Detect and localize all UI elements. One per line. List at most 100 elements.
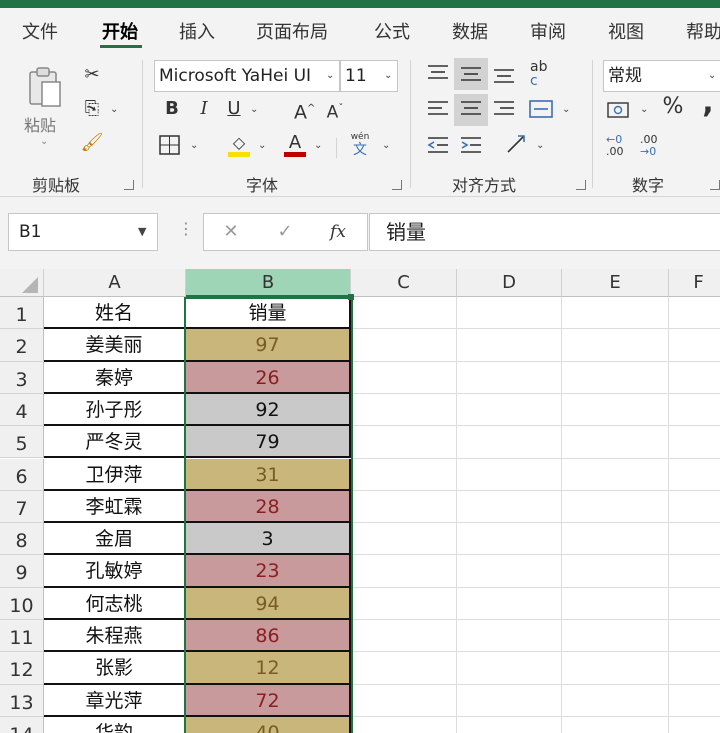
- cell-a9[interactable]: 孔敏婷: [44, 555, 186, 588]
- tab-file[interactable]: 文件: [22, 18, 58, 44]
- column-header-e[interactable]: E: [562, 269, 669, 297]
- cell-b3[interactable]: 26: [186, 361, 351, 394]
- tab-view[interactable]: 视图: [608, 18, 644, 44]
- cell-a6[interactable]: 卫伊萍: [44, 458, 186, 491]
- row-header-6[interactable]: 6: [0, 458, 44, 491]
- center-align-icon[interactable]: [459, 98, 483, 120]
- format-painter-icon[interactable]: 🖌: [80, 132, 104, 154]
- cell-a2[interactable]: 姜美丽: [44, 329, 186, 362]
- fill-color-dropdown-arrow[interactable]: ⌄: [258, 140, 266, 151]
- row-header-13[interactable]: 13: [0, 684, 44, 717]
- alignment-dialog-launcher[interactable]: [576, 180, 586, 190]
- cell-a14[interactable]: 华韵: [44, 716, 186, 733]
- row-header-9[interactable]: 9: [0, 555, 44, 588]
- tab-formulas[interactable]: 公式: [374, 18, 410, 44]
- cell-b13[interactable]: 72: [186, 684, 351, 717]
- comma-style-button[interactable]: ,: [698, 88, 718, 118]
- grow-font-button[interactable]: A^: [294, 98, 315, 123]
- cell-a1[interactable]: 姓名: [44, 297, 186, 330]
- cell-b7[interactable]: 28: [186, 490, 351, 524]
- tab-insert[interactable]: 插入: [179, 18, 215, 44]
- cancel-icon[interactable]: ✕: [220, 221, 242, 243]
- borders-dropdown-arrow[interactable]: ⌄: [190, 140, 198, 151]
- row-header-3[interactable]: 3: [0, 361, 44, 394]
- column-header-b[interactable]: B: [186, 269, 351, 297]
- column-header-a[interactable]: A: [44, 269, 186, 297]
- italic-button[interactable]: I: [194, 98, 214, 120]
- percent-button[interactable]: %: [660, 96, 686, 118]
- accounting-format-icon[interactable]: [606, 100, 632, 120]
- underline-button[interactable]: U: [224, 98, 244, 120]
- formula-input[interactable]: 销量: [369, 213, 720, 251]
- underline-dropdown-arrow[interactable]: ⌄: [250, 104, 258, 115]
- bold-button[interactable]: B: [162, 98, 182, 120]
- select-all-corner[interactable]: [0, 269, 44, 297]
- merge-dropdown-arrow[interactable]: ⌄: [562, 104, 570, 115]
- cell-b12[interactable]: 12: [186, 652, 351, 685]
- wrap-text-icon[interactable]: ab c: [530, 60, 556, 88]
- cell-b14[interactable]: 40: [186, 716, 351, 733]
- cell-a5[interactable]: 严冬灵: [44, 426, 186, 459]
- row-header-8[interactable]: 8: [0, 523, 44, 556]
- bottom-align-icon[interactable]: [492, 62, 516, 84]
- accounting-dropdown-arrow[interactable]: ⌄: [640, 104, 648, 115]
- cell-a10[interactable]: 何志桃: [44, 587, 186, 620]
- orientation-dropdown-arrow[interactable]: ⌄: [536, 140, 544, 151]
- worksheet-grid[interactable]: ABCDEF 1234567891011121314 姓名销量姜美丽97秦婷26…: [0, 269, 720, 733]
- orientation-icon[interactable]: [504, 132, 530, 156]
- tab-data[interactable]: 数据: [452, 18, 488, 44]
- cell-a8[interactable]: 金眉: [44, 523, 186, 556]
- tab-help[interactable]: 帮助: [686, 18, 720, 44]
- cell-b1[interactable]: 销量: [186, 297, 351, 330]
- cell-b4[interactable]: 92: [186, 393, 351, 427]
- name-box[interactable]: B1: [8, 213, 158, 251]
- phonetic-guide-button[interactable]: wén 文: [346, 132, 374, 160]
- name-box-dropdown-arrow[interactable]: ▼: [138, 225, 146, 238]
- cell-a11[interactable]: 朱程燕: [44, 620, 186, 653]
- clipboard-dialog-launcher[interactable]: [124, 180, 134, 190]
- fill-handle[interactable]: [348, 294, 354, 300]
- cell-b8[interactable]: 3: [186, 523, 351, 556]
- cell-b11[interactable]: 86: [186, 620, 351, 653]
- font-color-button[interactable]: A: [282, 132, 308, 158]
- font-color-dropdown-arrow[interactable]: ⌄: [314, 140, 322, 151]
- cell-a13[interactable]: 章光萍: [44, 684, 186, 717]
- top-align-icon[interactable]: [426, 62, 450, 84]
- cut-icon[interactable]: ✂: [80, 64, 104, 86]
- insert-function-icon[interactable]: fx: [324, 221, 352, 243]
- tab-home[interactable]: 开始: [102, 18, 138, 44]
- row-header-1[interactable]: 1: [0, 297, 44, 330]
- right-align-icon[interactable]: [492, 98, 516, 120]
- row-header-5[interactable]: 5: [0, 426, 44, 459]
- row-header-10[interactable]: 10: [0, 587, 44, 620]
- increase-indent-icon[interactable]: [459, 134, 483, 156]
- left-align-icon[interactable]: [426, 98, 450, 120]
- cell-a3[interactable]: 秦婷: [44, 361, 186, 394]
- font-name-box[interactable]: Microsoft YaHei UI: [154, 60, 340, 92]
- row-header-11[interactable]: 11: [0, 620, 44, 653]
- row-header-12[interactable]: 12: [0, 652, 44, 685]
- number-format-dropdown-arrow[interactable]: ⌄: [708, 70, 716, 81]
- phonetic-guide-dropdown-arrow[interactable]: ⌄: [382, 140, 390, 151]
- font-dialog-launcher[interactable]: [392, 180, 402, 190]
- copy-dropdown-arrow[interactable]: ⌄: [110, 104, 118, 115]
- cell-b2[interactable]: 97: [186, 329, 351, 362]
- tab-review[interactable]: 审阅: [530, 18, 566, 44]
- fill-color-button[interactable]: ◇: [226, 132, 252, 158]
- borders-icon[interactable]: [158, 134, 182, 156]
- font-size-dropdown-arrow[interactable]: ⌄: [384, 70, 392, 81]
- cell-a12[interactable]: 张影: [44, 652, 186, 685]
- row-header-2[interactable]: 2: [0, 329, 44, 362]
- shrink-font-button[interactable]: Aˇ: [326, 98, 344, 124]
- cell-b6[interactable]: 31: [186, 458, 351, 491]
- middle-align-icon[interactable]: [459, 62, 483, 84]
- font-name-dropdown-arrow[interactable]: ⌄: [326, 70, 334, 81]
- enter-icon[interactable]: ✓: [274, 221, 296, 243]
- column-header-d[interactable]: D: [457, 269, 562, 297]
- row-header-4[interactable]: 4: [0, 393, 44, 427]
- merge-center-icon[interactable]: [528, 98, 554, 120]
- number-dialog-launcher[interactable]: [710, 180, 720, 190]
- row-header-7[interactable]: 7: [0, 490, 44, 524]
- column-header-f[interactable]: F: [669, 269, 720, 297]
- cell-b9[interactable]: 23: [186, 555, 351, 588]
